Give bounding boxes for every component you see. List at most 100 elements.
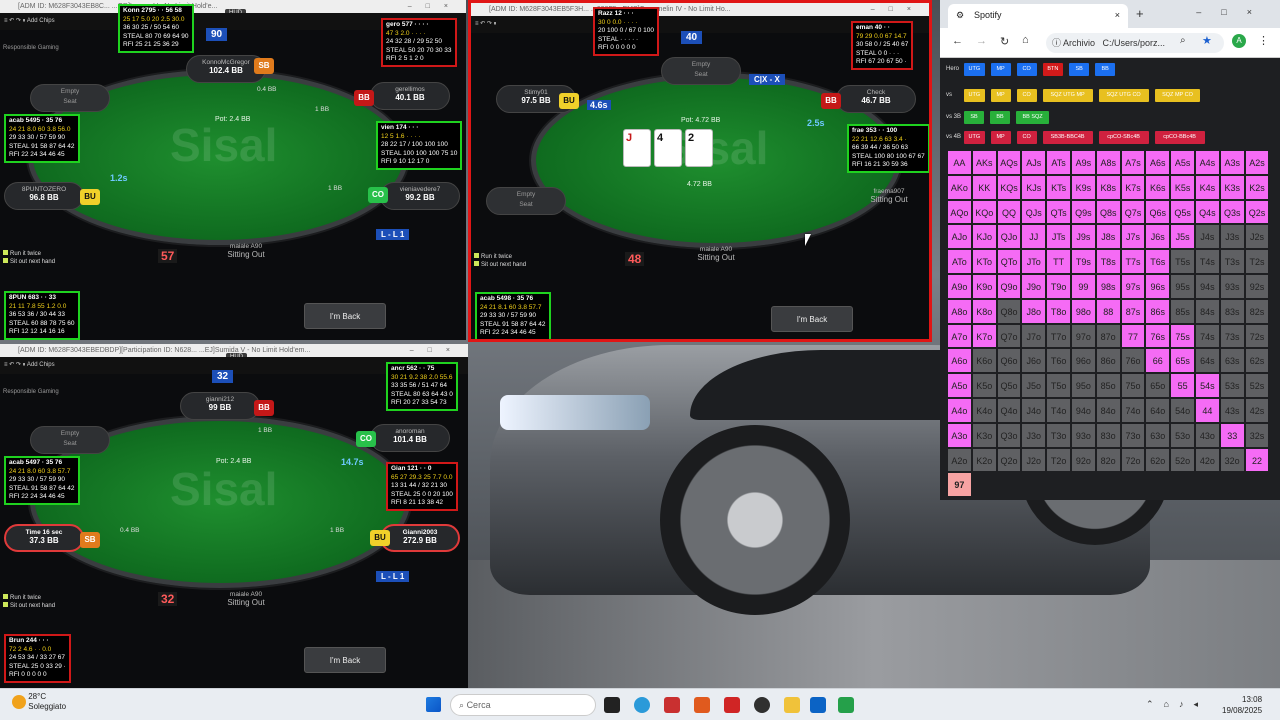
new-tab-icon[interactable]: +: [1136, 6, 1144, 21]
position-button[interactable]: cpCO-BBc4B: [1154, 131, 1205, 144]
hand-cell[interactable]: A9o: [947, 274, 972, 299]
hand-cell[interactable]: J2s: [1244, 224, 1270, 250]
hand-cell[interactable]: AKo: [947, 174, 972, 200]
hand-cell[interactable]: 65o: [1145, 373, 1171, 398]
hand-cell[interactable]: 93s: [1219, 274, 1245, 299]
hand-cell[interactable]: T8s: [1095, 249, 1121, 274]
hand-cell[interactable]: K8o: [971, 298, 997, 324]
add-chips-button[interactable]: Add Chips: [27, 18, 55, 24]
hand-cell[interactable]: J5s: [1170, 224, 1195, 250]
hand-cell[interactable]: T5o: [1046, 373, 1071, 398]
seat-right-top[interactable]: gerellimos 40.1 BB: [370, 82, 450, 110]
hand-cell[interactable]: 64o: [1145, 398, 1171, 423]
hand-cell[interactable]: 92s: [1244, 274, 1270, 299]
hand-cell[interactable]: JJ: [1021, 224, 1047, 250]
hand-cell[interactable]: J9o: [1021, 274, 1047, 299]
hand-cell[interactable]: KTo: [971, 249, 997, 274]
profile-avatar[interactable]: A: [1232, 34, 1246, 48]
hand-cell[interactable]: Q6s: [1145, 199, 1171, 225]
back-icon[interactable]: ←: [952, 35, 963, 47]
window-controls[interactable]: –□×: [1196, 7, 1272, 17]
poker-app-icon[interactable]: [664, 697, 680, 713]
position-button[interactable]: BB: [1095, 63, 1116, 76]
hand-cell[interactable]: A2o: [947, 447, 972, 473]
hand-cell[interactable]: Q4o: [996, 398, 1022, 423]
hand-cell[interactable]: J2o: [1021, 447, 1047, 473]
hand-cell[interactable]: QJs: [1021, 199, 1047, 225]
seat-right-bottom[interactable]: fraema907 Sitting Out: [849, 185, 929, 213]
forward-icon[interactable]: →: [976, 35, 987, 47]
hand-cell[interactable]: KQo: [971, 199, 997, 225]
hand-cell[interactable]: QJo: [996, 224, 1022, 250]
outlook-icon[interactable]: [810, 697, 826, 713]
hand-cell[interactable]: K7o: [971, 323, 997, 349]
hand-cell[interactable]: 63s: [1219, 348, 1245, 374]
hand-cell[interactable]: K9o: [971, 274, 997, 299]
hud-stats-box[interactable]: vien 174 · · · 12 5 1.6 · · · · 28 22 17 /…: [376, 121, 463, 170]
app-icon[interactable]: [694, 697, 710, 713]
run-it-twice-checkbox[interactable]: Run it twice: [3, 594, 41, 601]
hand-cell[interactable]: K4o: [971, 398, 997, 423]
seat-hero[interactable]: maiale A90 Sitting Out: [206, 240, 286, 268]
hand-cell[interactable]: 62s: [1244, 348, 1270, 374]
hand-cell[interactable]: 85s: [1170, 298, 1195, 324]
hand-cell[interactable]: 32s: [1244, 422, 1270, 448]
system-tray[interactable]: ⌃⌂♪◂: [1146, 699, 1208, 710]
hand-cell[interactable]: 94s: [1195, 274, 1220, 299]
hud-stats-box[interactable]: frae 353 · · 100 22 21 12.6 63 3.4 · 66 39…: [847, 124, 929, 173]
hand-cell[interactable]: KK: [971, 174, 997, 200]
hand-cell[interactable]: Q9s: [1071, 199, 1096, 225]
hand-cell[interactable]: KTs: [1046, 174, 1071, 200]
app-icon[interactable]: [838, 697, 854, 713]
hand-cell[interactable]: K6s: [1145, 174, 1171, 200]
hand-cell[interactable]: JTs: [1046, 224, 1071, 250]
hand-cell[interactable]: A8o: [947, 298, 972, 324]
hand-cell[interactable]: T5s: [1170, 249, 1195, 274]
sit-out-next-hand-checkbox[interactable]: Sit out next hand: [474, 261, 526, 268]
hand-cell[interactable]: 86o: [1095, 348, 1121, 374]
hand-cell[interactable]: 76s: [1145, 323, 1171, 349]
window-title[interactable]: [ADM ID: M628F3043EB5F3H... ...628F5...E…: [471, 3, 929, 16]
hand-cell[interactable]: 82s: [1244, 298, 1270, 324]
hud-stats-box[interactable]: Brun 244 · · · 72 2 4.6 · · 0.0 24 53 34 /…: [4, 634, 71, 683]
hand-cell[interactable]: J6o: [1021, 348, 1047, 374]
hand-cell[interactable]: A4s: [1195, 150, 1220, 175]
hand-cell[interactable]: J9s: [1071, 224, 1096, 250]
hand-cell[interactable]: T4o: [1046, 398, 1071, 423]
hand-cell[interactable]: K7s: [1120, 174, 1146, 200]
hand-cell[interactable]: 94o: [1071, 398, 1096, 423]
hand-cell[interactable]: AJo: [947, 224, 972, 250]
hand-cell[interactable]: A4o: [947, 398, 972, 423]
seat-left-bottom[interactable]: 8PUNTOZERO 96.8 BB: [4, 182, 84, 210]
hand-cell[interactable]: 95s: [1170, 274, 1195, 299]
hand-cell[interactable]: Q3s: [1219, 199, 1245, 225]
hand-cell[interactable]: J8o: [1021, 298, 1047, 324]
start-button[interactable]: [426, 697, 441, 712]
position-button[interactable]: UTG: [964, 131, 985, 144]
hand-cell[interactable]: 42s: [1244, 398, 1270, 423]
hand-cell[interactable]: TT: [1046, 249, 1071, 274]
hand-cell[interactable]: 53o: [1170, 422, 1195, 448]
hand-cell[interactable]: T2s: [1244, 249, 1270, 274]
app-icon[interactable]: [754, 697, 770, 713]
hand-cell[interactable]: 96o: [1071, 348, 1096, 374]
poker-window-3[interactable]: [ADM ID: M628F3043EBEDBDP][Participation…: [0, 344, 468, 688]
hand-cell[interactable]: K4s: [1195, 174, 1220, 200]
hand-cell[interactable]: 43s: [1219, 398, 1245, 423]
hand-cell[interactable]: A7o: [947, 323, 972, 349]
seat-top[interactable]: gianni212 99 BB: [180, 392, 260, 420]
hand-cell[interactable]: A2s: [1244, 150, 1270, 175]
hand-cell[interactable]: A7s: [1120, 150, 1146, 175]
position-button[interactable]: CO: [1016, 63, 1037, 76]
hand-cell[interactable]: 77: [1120, 323, 1146, 349]
hud-stats-box[interactable]: Razz 12 · · · 30 0 0.0 · · · · 20 100 0 / …: [593, 7, 660, 56]
hud-stats-box[interactable]: acab 5498 · 35 76 24 21 8.1 60 3.8 57.7 29…: [475, 292, 551, 339]
hand-cell[interactable]: Q6o: [996, 348, 1022, 374]
hand-cell[interactable]: Q7s: [1120, 199, 1146, 225]
seat-right-top[interactable]: anoroman 101.4 BB: [370, 424, 450, 452]
hand-cell[interactable]: A5s: [1170, 150, 1195, 175]
position-button[interactable]: MP: [990, 89, 1011, 102]
bookmark-star-icon[interactable]: ★: [1202, 34, 1212, 47]
menu-icon[interactable]: ⋮: [1258, 34, 1269, 47]
hand-cell[interactable]: J7s: [1120, 224, 1146, 250]
